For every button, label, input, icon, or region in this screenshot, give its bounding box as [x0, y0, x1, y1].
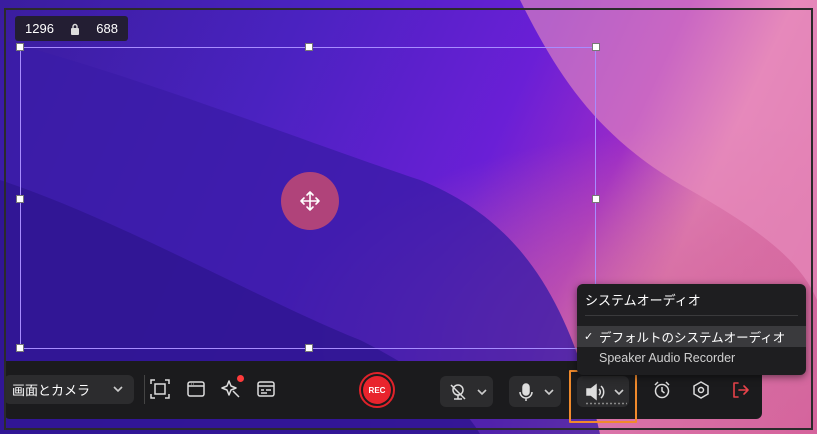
- resize-handle-bottom-left[interactable]: [16, 344, 24, 352]
- toolbar-divider: [144, 375, 145, 404]
- window-icon[interactable]: [184, 377, 208, 401]
- menu-item-default-system-audio[interactable]: ✓ デフォルトのシステムオーディオ: [577, 326, 806, 347]
- chevron-down-icon: [544, 388, 554, 395]
- microphone-icon: [519, 382, 533, 401]
- width-value[interactable]: 1296: [25, 21, 54, 36]
- magic-icon[interactable]: [219, 375, 244, 401]
- system-audio-menu: システムオーディオ ✓ デフォルトのシステムオーディオ Speaker Audi…: [577, 284, 806, 375]
- record-label: REC: [363, 376, 391, 404]
- height-value[interactable]: 688: [96, 21, 118, 36]
- menu-item-label: Speaker Audio Recorder: [599, 350, 736, 365]
- caption-icon[interactable]: [254, 377, 278, 401]
- resize-handle-top-right[interactable]: [592, 43, 600, 51]
- record-button[interactable]: REC: [359, 372, 395, 408]
- checkmark-icon: ✓: [584, 331, 594, 343]
- dimensions-display[interactable]: 1296 688: [15, 16, 128, 41]
- exit-icon[interactable]: [728, 378, 752, 402]
- resize-handle-right[interactable]: [592, 195, 600, 203]
- menu-item-speaker-audio-recorder[interactable]: Speaker Audio Recorder: [577, 347, 806, 368]
- audio-focus-highlight: [569, 370, 637, 423]
- resize-handle-top[interactable]: [305, 43, 313, 51]
- alarm-icon[interactable]: [650, 378, 674, 402]
- menu-item-label: デフォルトのシステムオーディオ: [599, 331, 786, 345]
- fullscreen-icon[interactable]: [148, 377, 172, 401]
- webcam-select[interactable]: [440, 376, 493, 407]
- menu-title: システムオーディオ: [585, 293, 701, 308]
- webcam-off-icon: [450, 383, 466, 400]
- chevron-down-icon: [477, 388, 487, 395]
- resize-handle-left[interactable]: [16, 195, 24, 203]
- capture-mode-select[interactable]: 画面とカメラ: [4, 375, 134, 404]
- resize-handle-top-left[interactable]: [16, 43, 24, 51]
- move-icon[interactable]: [281, 172, 339, 230]
- lock-icon[interactable]: [70, 23, 80, 35]
- resize-handle-bottom[interactable]: [305, 344, 313, 352]
- chevron-down-icon: [113, 386, 123, 393]
- settings-icon[interactable]: [689, 378, 713, 402]
- capture-mode-label: 画面とカメラ: [12, 383, 91, 398]
- menu-divider: [585, 315, 798, 316]
- notification-badge: [237, 375, 244, 382]
- microphone-select[interactable]: [509, 376, 561, 407]
